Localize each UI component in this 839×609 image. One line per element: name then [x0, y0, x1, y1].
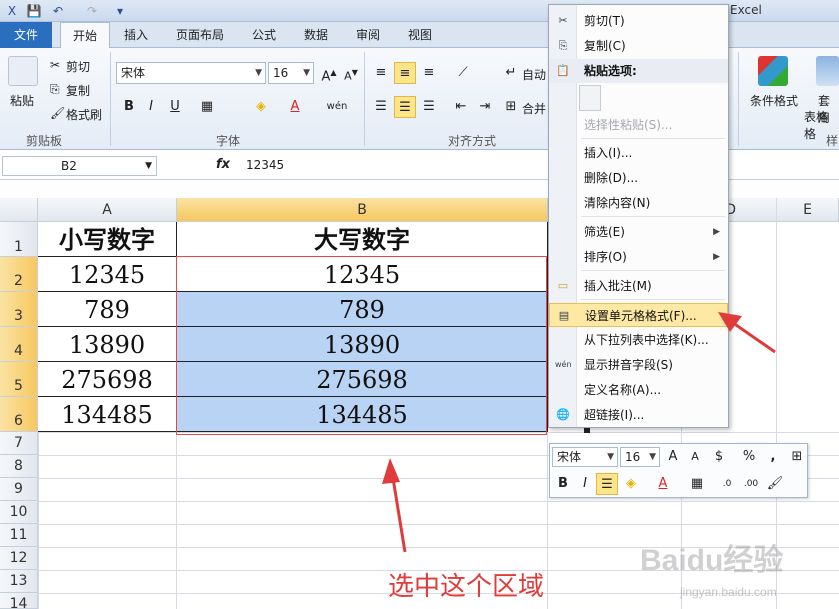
arrowhead-icon — [718, 312, 742, 332]
annotation-arrows — [382, 312, 776, 553]
watermark-logo: Baidu经验 — [640, 544, 784, 577]
annotation-text: 选中这个区域 — [388, 572, 545, 602]
watermark-url: jingyan.baidu.com — [680, 585, 777, 599]
arrowhead-icon — [382, 458, 400, 484]
arrow-to-selection — [390, 471, 407, 553]
